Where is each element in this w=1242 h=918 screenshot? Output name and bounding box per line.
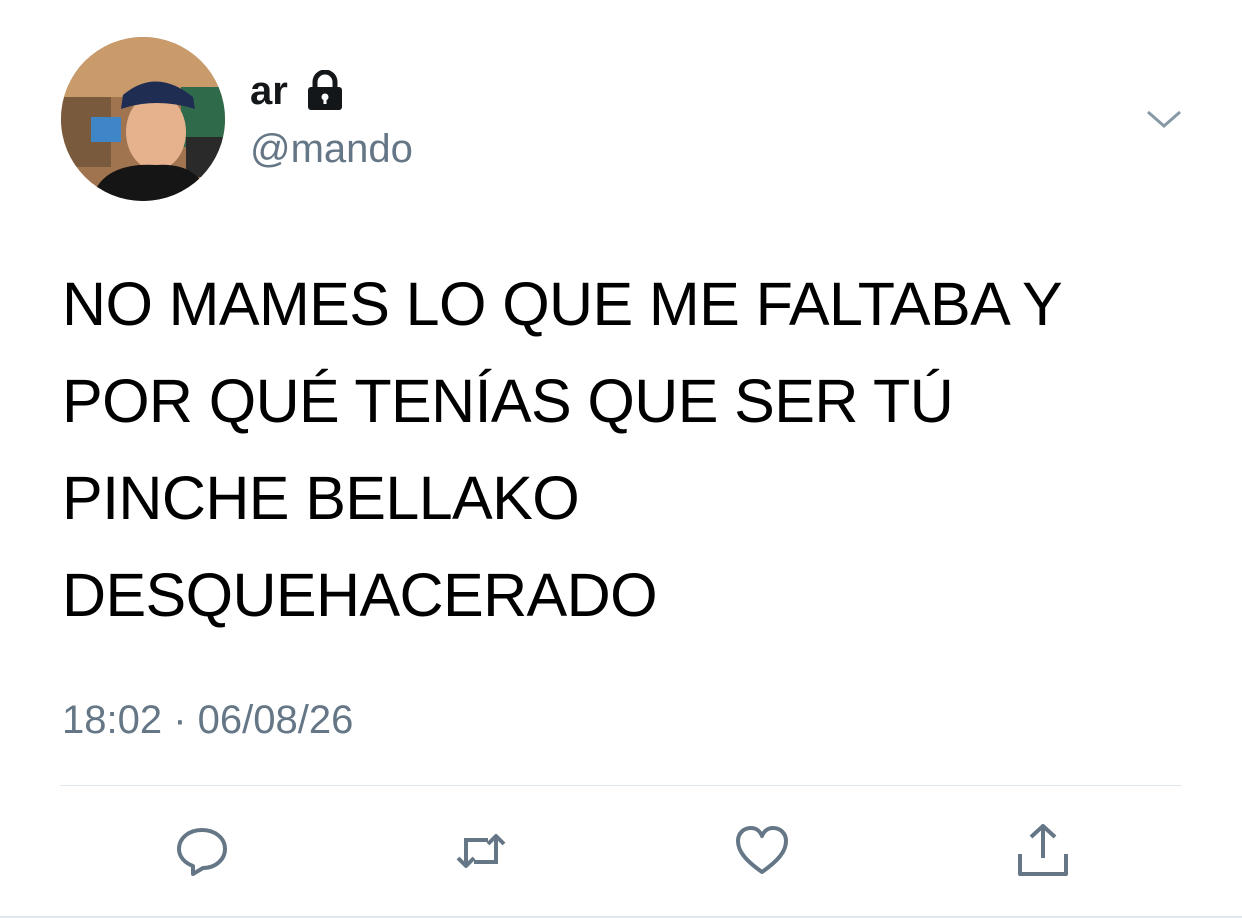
share-icon [1018, 824, 1068, 876]
retweet-icon [456, 834, 506, 868]
lock-icon [304, 69, 346, 112]
reply-button[interactable] [171, 820, 233, 882]
divider [60, 785, 1182, 786]
retweet-button[interactable] [450, 820, 512, 882]
like-button[interactable] [731, 820, 793, 882]
display-name[interactable]: ar [250, 66, 288, 116]
author-name-row[interactable]: ar [250, 66, 346, 116]
profile-photo [61, 37, 225, 201]
tweet-timestamp[interactable]: 18:02 · 06/08/26 [62, 695, 353, 745]
heart-icon [736, 826, 788, 874]
tweet-text: NO MAMES LO QUE ME FALTABA Y POR QUÉ TEN… [62, 270, 1063, 629]
chevron-down-icon[interactable] [1144, 104, 1184, 134]
share-button[interactable] [1012, 820, 1074, 882]
user-handle[interactable]: @mando [250, 124, 413, 174]
avatar[interactable] [61, 37, 225, 201]
speech-bubble-icon [177, 828, 227, 876]
